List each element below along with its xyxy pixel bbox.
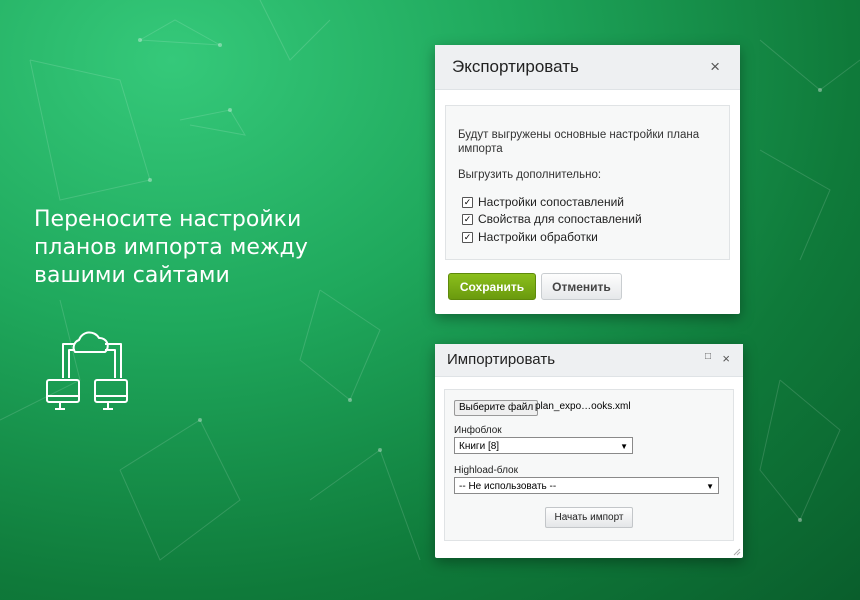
iblock-select[interactable]: Книги [8] ▼ xyxy=(454,437,633,454)
close-icon[interactable]: × xyxy=(710,57,720,77)
checkbox-processing[interactable]: ✓ Настройки обработки xyxy=(462,230,598,244)
export-extra-label: Выгрузить дополнительно: xyxy=(458,169,602,181)
import-dialog-header: Импортировать □ × xyxy=(435,344,743,377)
selected-file-name: plan_expo…ooks.xml xyxy=(535,401,631,412)
headline-line: вашими сайтами xyxy=(34,263,230,288)
import-dialog-title: Импортировать xyxy=(447,351,556,368)
import-dialog: Импортировать □ × Выберите файл plan_exp… xyxy=(435,344,743,558)
resize-grip-icon[interactable] xyxy=(733,548,741,556)
headline-line: Переносите настройки xyxy=(34,207,302,232)
export-dialog: Экспортировать × Будут выгружены основны… xyxy=(435,45,740,314)
export-description-line: импорта xyxy=(458,143,503,155)
checkbox-label: Настройки сопоставлений xyxy=(478,195,624,209)
highload-select-value: -- Не использовать -- xyxy=(459,481,557,492)
cancel-button[interactable]: Отменить xyxy=(541,273,622,300)
checkbox-checked-icon[interactable]: ✓ xyxy=(462,231,473,243)
export-dialog-title: Экспортировать xyxy=(452,57,579,76)
close-icon[interactable]: × xyxy=(722,351,730,366)
dropdown-arrow-icon: ▼ xyxy=(706,482,714,491)
export-options-panel: Будут выгружены основные настройки плана… xyxy=(445,105,730,260)
headline-line: планов импорта между xyxy=(34,235,308,260)
cloud-computers-icon xyxy=(46,331,128,410)
checkbox-checked-icon[interactable]: ✓ xyxy=(462,213,473,225)
headline: Переносите настройки планов импорта межд… xyxy=(34,206,364,290)
import-form-panel: Выберите файл plan_expo…ooks.xml Инфобло… xyxy=(444,389,734,541)
iblock-label: Инфоблок xyxy=(454,425,502,436)
checkbox-checked-icon[interactable]: ✓ xyxy=(462,196,473,208)
dropdown-arrow-icon: ▼ xyxy=(620,442,628,451)
checkbox-mapping-properties[interactable]: ✓ Свойства для сопоставлений xyxy=(462,212,642,226)
start-import-button[interactable]: Начать импорт xyxy=(545,507,633,528)
highload-select[interactable]: -- Не использовать -- ▼ xyxy=(454,477,719,494)
checkbox-mappings[interactable]: ✓ Настройки сопоставлений xyxy=(462,195,624,209)
checkbox-label: Настройки обработки xyxy=(478,230,598,244)
checkbox-label: Свойства для сопоставлений xyxy=(478,212,642,226)
maximize-icon[interactable]: □ xyxy=(705,351,711,362)
choose-file-button[interactable]: Выберите файл xyxy=(454,400,539,416)
highload-label: Highload-блок xyxy=(454,465,518,476)
iblock-select-value: Книги [8] xyxy=(459,441,500,452)
save-button[interactable]: Сохранить xyxy=(448,273,536,300)
export-dialog-header: Экспортировать × xyxy=(435,45,740,90)
export-description-line: Будут выгружены основные настройки плана xyxy=(458,129,700,141)
